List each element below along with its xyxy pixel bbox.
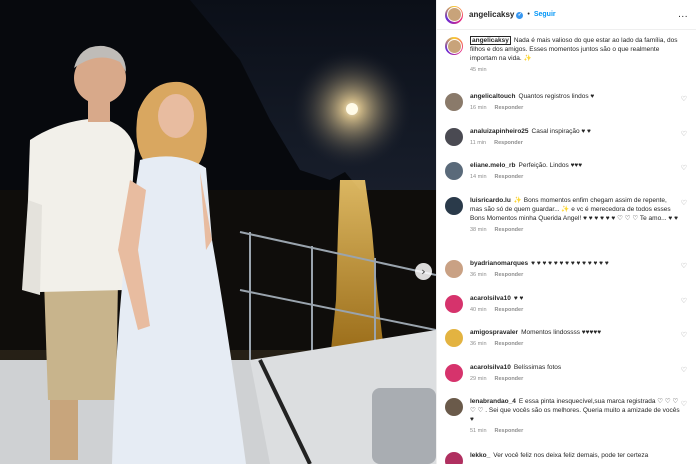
reply-button[interactable]: Responder [495,341,524,347]
avatar[interactable] [445,329,463,347]
comment-item: amigospravaler Momentos lindossss ♥♥♥♥♥ 36… [445,328,693,347]
comment-text: Ver você feliz nos deixa feliz demais, p… [493,452,649,459]
reply-button[interactable]: Responder [495,428,524,434]
caption-username[interactable]: angelicaksy [470,36,511,45]
comment-username[interactable]: amigospravaler [470,329,518,336]
separator-dot: • [527,11,530,18]
comment-item: luisricardo.lu ✨ Bons momentos enfim cheg… [445,196,693,233]
reply-button[interactable]: Responder [495,227,524,233]
post-username[interactable]: angelicaksy ✓ [469,10,524,19]
heart-icon[interactable]: ♡ [681,262,687,270]
comment-time: 40 min [470,307,487,313]
comment-time: 14 min [470,174,487,180]
reply-button[interactable]: Responder [494,140,523,146]
man-shirt [28,118,135,292]
heart-icon[interactable]: ♡ [681,297,687,305]
photo-scene [0,0,436,464]
heart-icon[interactable]: ♡ [681,164,687,172]
comment-time: 16 min [470,105,487,111]
comment-text: ♥ ♥ [513,295,524,302]
avatar[interactable] [445,197,463,215]
comment-item: lenabrandao_4 E essa pinta inesquecível,s… [445,397,693,434]
man-shorts [44,280,118,400]
comment-text: Perfeição. Lindos ♥♥♥ [518,162,583,169]
post-photo: › [0,0,436,464]
avatar[interactable] [445,452,463,464]
heart-icon[interactable]: ♡ [681,366,687,374]
avatar[interactable] [445,93,463,111]
reply-button[interactable]: Responder [495,307,524,313]
comment-username[interactable]: acarolsilva10 [470,295,511,302]
comment-username[interactable]: acarolsilva10 [470,364,511,371]
list-item: lekko_ Ver você feliz nos deixa feliz dem… [445,451,693,464]
comment-username[interactable]: analuizapinheiro25 [470,128,529,135]
comment-username[interactable]: eliane.melo_rb [470,162,516,169]
post-caption: angelicaksy Nada é mais valioso do que es… [445,36,693,73]
avatar[interactable] [445,295,463,313]
reply-button[interactable]: Responder [495,105,524,111]
comment-username[interactable]: lekko_ [470,452,490,459]
comment-text: Belíssimas fotos [513,364,562,371]
avatar[interactable] [445,398,463,416]
comment-time: 36 min [470,341,487,347]
follow-button[interactable]: Seguir [534,11,556,18]
caption-time: 45 min [470,67,487,73]
next-photo-button[interactable]: › [415,263,432,280]
comment-text: ♥ ♥ ♥ ♥ ♥ ♥ ♥ ♥ ♥ ♥ ♥ ♥ ♥ ♥ [531,260,609,267]
reply-button[interactable]: Responder [495,376,524,382]
moon [346,103,358,115]
comment-time: 11 min [470,140,487,146]
comment-time: 38 min [470,227,487,233]
comment-username[interactable]: byadrianomarques [470,260,528,267]
comment-item: acarolsilva10 Belíssimas fotos 29 min Respo… [445,363,693,382]
heart-icon[interactable]: ♡ [681,331,687,339]
heart-icon[interactable]: ♡ [681,400,687,408]
comment-item: byadrianomarques ♥ ♥ ♥ ♥ ♥ ♥ ♥ ♥ ♥ ♥ ♥ ♥ … [445,259,693,278]
reply-button[interactable]: Responder [495,272,524,278]
avatar[interactable] [445,5,463,24]
avatar[interactable] [445,128,463,146]
comment-item: eliane.melo_rb Perfeição. Lindos ♥♥♥ 14 mi… [445,161,693,180]
woman-head [158,94,194,138]
comment-text: Momentos lindossss ♥♥♥♥♥ [521,329,602,336]
avatar[interactable] [445,260,463,278]
comment-time: 51 min [470,428,487,434]
comment-time: 29 min [470,376,487,382]
comment-item: acarolsilva10 ♥ ♥ 40 min Responder ♡ [445,294,693,313]
chevron-right-icon: › [421,265,426,278]
comment-text: Quantos registros lindos ♥ [518,93,595,100]
heart-icon[interactable]: ♡ [681,130,687,138]
heart-icon[interactable]: ♡ [681,199,687,207]
avatar[interactable] [445,37,463,55]
reply-button[interactable]: Responder [495,174,524,180]
comment-text: Casal inspiração ♥ ♥ [531,128,591,135]
comments-panel: angelicaksy ✓ • Seguir ... angelicaksy Nad… [436,0,696,464]
comment-time: 36 min [470,272,487,278]
heart-icon[interactable]: ♡ [681,95,687,103]
comment-username[interactable]: angelicaltouch [470,93,516,100]
comment-username[interactable]: luisricardo.lu [470,197,511,204]
post-header: angelicaksy ✓ • Seguir ... [437,0,696,30]
bag [372,388,436,464]
more-options-icon[interactable]: ... [678,9,688,20]
comment-item: angelicaltouch Quantos registros lindos ♥… [445,92,693,111]
comment-item: analuizapinheiro25 Casal inspiração ♥ ♥ 11… [445,127,693,146]
comment-username[interactable]: lenabrandao_4 [470,398,516,405]
verified-badge-icon: ✓ [516,12,524,19]
avatar[interactable] [445,162,463,180]
avatar[interactable] [445,364,463,382]
